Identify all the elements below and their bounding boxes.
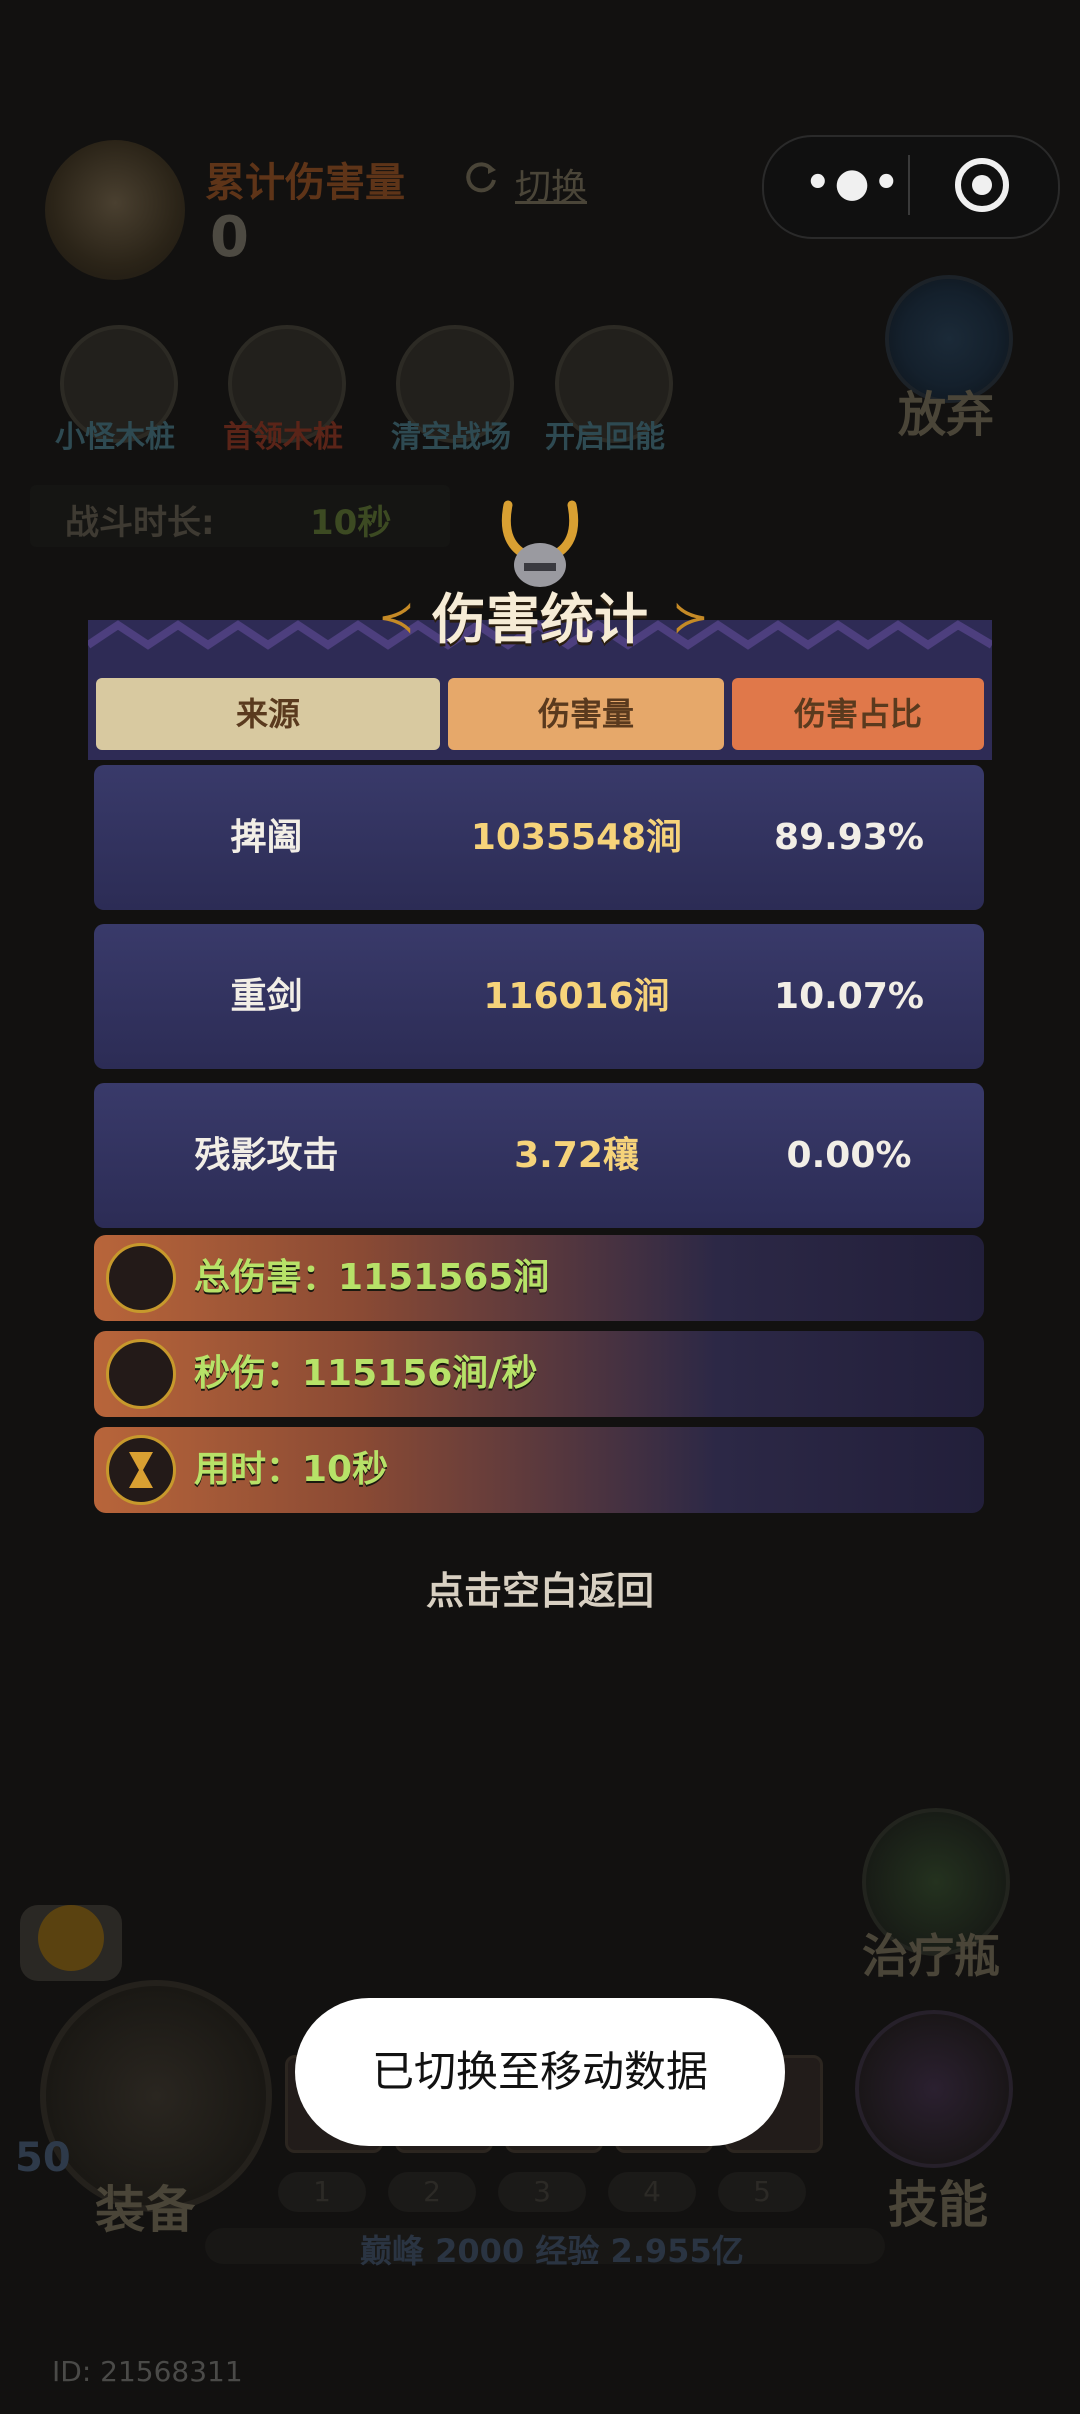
header-source: 来源 [96,678,440,750]
row-share: 89.93% [774,817,924,858]
heal-bottle-label: 治疗瓶 [862,1929,1000,1983]
more-dots-icon[interactable]: •●• [805,160,903,206]
header-damage: 伤害量 [448,678,724,750]
header-share: 伤害占比 [732,678,984,750]
modal-title: 伤害统计 [432,588,648,651]
time-text: 用时：10秒 [194,1449,389,1490]
modal-title-wrap: 伤害统计 [370,575,710,651]
tool-label-energy: 开启回能 [545,420,665,455]
total-damage-text: 总伤害：1151565涧 [194,1257,550,1298]
network-toast: 已切换至移动数据 [295,1998,785,2146]
give-up-button[interactable]: 放弃 [898,375,994,445]
table-row: 重剑 116016涧 10.07% [94,924,984,1069]
row-damage: 3.72穰 [514,1135,639,1176]
battle-duration-label: 战斗时长: [65,503,215,543]
slot-number: 5 [718,2172,806,2212]
table-row: 残影攻击 3.72穰 0.00% [94,1083,984,1228]
cumulative-damage-value: 0 [210,205,249,270]
refresh-icon [466,162,496,193]
hourglass-icon [106,1435,176,1505]
horn-helmet-icon [106,1243,176,1313]
total-damage-row: 总伤害：1151565涧 [94,1235,984,1321]
slot-number: 2 [388,2172,476,2212]
row-share: 0.00% [786,1135,912,1176]
tool-label-boss: 首领木桩 [223,420,343,455]
skill-book-icon[interactable] [855,2010,1013,2168]
emoji-icon [38,1905,104,1971]
time-row: 用时：10秒 [94,1427,984,1513]
exp-text: 巅峰 2000 经验 2.955亿 [360,2232,744,2270]
tool-label-clear: 清空战场 [391,420,511,455]
cumulative-damage-label: 累计伤害量 [205,160,405,206]
row-source: 残影攻击 [194,1135,339,1176]
battle-duration-value: 10秒 [310,503,392,543]
level-badge: 50 [15,2135,71,2181]
slot-number: 1 [278,2172,366,2212]
switch-button[interactable]: 切换 [515,158,587,210]
boss-avatar [45,140,185,280]
dps-row: 秒伤：115156涧/秒 [94,1331,984,1417]
table-row: 捭阖 1035548涧 89.93% [94,765,984,910]
target-close-icon[interactable] [955,158,1009,212]
user-id: ID: 21568311 [52,2355,243,2388]
row-share: 10.07% [774,976,924,1017]
tool-label-minion: 小怪木桩 [55,420,175,455]
skill-label: 技能 [888,2176,988,2234]
capsule-divider [908,155,910,215]
equip-label: 装备 [95,2181,195,2239]
horn-helmet-icon [106,1339,176,1409]
return-hint[interactable]: 点击空白返回 [0,1560,1080,1615]
dps-text: 秒伤：115156涧/秒 [194,1353,538,1394]
hourglass-icon [129,1452,153,1488]
row-source: 捭阖 [230,817,303,858]
row-source: 重剑 [230,976,303,1017]
row-damage: 116016涧 [483,976,670,1017]
slot-number: 3 [498,2172,586,2212]
row-damage: 1035548涧 [470,817,683,858]
slot-number: 4 [608,2172,696,2212]
